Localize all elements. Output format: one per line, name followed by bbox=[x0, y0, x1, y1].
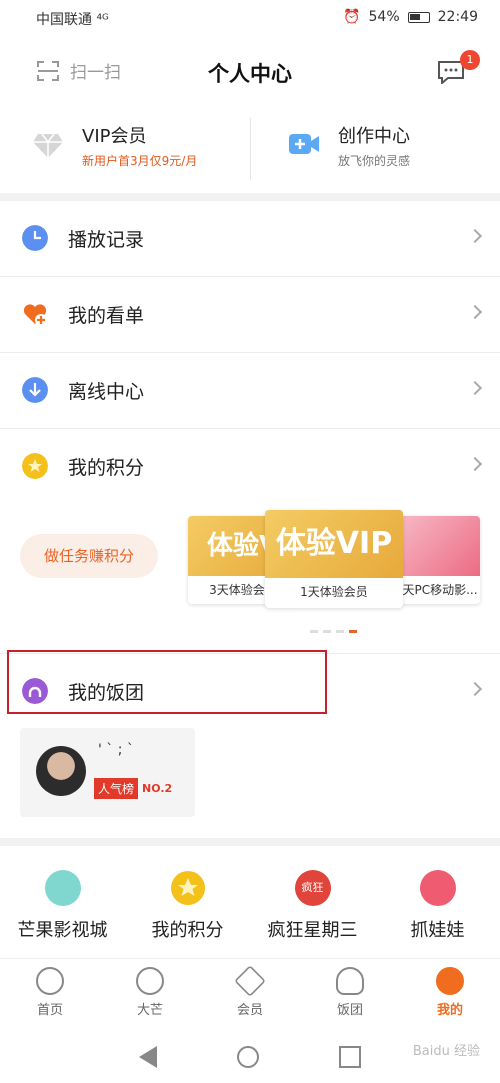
chevron-right-icon bbox=[467, 304, 483, 320]
creator-title: 创作中心 bbox=[338, 126, 410, 147]
menu-label: 离线中心 bbox=[68, 381, 145, 403]
damang-icon bbox=[136, 967, 164, 995]
shortcut-label: 抓娃娃 bbox=[410, 920, 465, 941]
tab-damang[interactable]: 大芒 bbox=[100, 959, 200, 1026]
bottom-tab-bar: 首页 大芒 会员 饭团 我的 bbox=[0, 958, 500, 1026]
clock-time: 22:49 bbox=[437, 9, 478, 25]
vip-title: VIP会员 bbox=[82, 126, 147, 147]
shortcut-label: 疯狂星期三 bbox=[267, 920, 358, 941]
rank-tag: 人气榜 bbox=[94, 778, 139, 799]
fan-name: ' ` ; ` bbox=[98, 742, 134, 758]
prize-image bbox=[400, 516, 480, 576]
tab-label: 大芒 bbox=[136, 1003, 163, 1018]
fantuan-icon bbox=[336, 967, 364, 995]
rank-badge: 人气榜 NO.2 bbox=[94, 778, 172, 799]
menu-label: 我的积分 bbox=[68, 457, 145, 479]
avatar bbox=[36, 746, 86, 796]
watermark: Baidu 经验 bbox=[412, 1044, 480, 1059]
shortcut-crazy-wednesday[interactable]: 疯狂 疯狂星期三 bbox=[250, 856, 375, 956]
card-divider bbox=[250, 118, 251, 180]
prize-image: 体验VIP bbox=[265, 510, 403, 578]
carousel-dot bbox=[323, 630, 331, 633]
crazy-wednesday-icon: 疯狂 bbox=[294, 870, 331, 906]
menu-label: 我的看单 bbox=[68, 305, 145, 327]
menu-item-history[interactable]: 播放记录 bbox=[0, 201, 500, 277]
prize-caption: 天PC移动影... bbox=[402, 583, 478, 597]
section-divider bbox=[0, 193, 500, 201]
shortcut-label: 芒果影视城 bbox=[17, 920, 108, 941]
prize-card[interactable]: 天PC移动影... bbox=[400, 516, 480, 604]
shortcut-claw-machine[interactable]: 抓娃娃 bbox=[375, 856, 500, 956]
tab-label: 饭团 bbox=[336, 1003, 363, 1018]
vip-card[interactable]: VIP会员 新用户首3月仅9元/月 bbox=[0, 110, 250, 188]
chevron-right-icon bbox=[467, 380, 483, 396]
message-badge: 1 bbox=[460, 50, 480, 70]
star-coin-icon bbox=[22, 453, 48, 479]
message-button[interactable]: 1 bbox=[436, 50, 480, 86]
profile-icon bbox=[436, 967, 464, 995]
mango-city-icon bbox=[44, 870, 81, 906]
carousel-dot bbox=[336, 630, 344, 633]
recents-icon[interactable] bbox=[339, 1045, 361, 1068]
prize-caption: 1天体验会员 bbox=[300, 585, 368, 599]
creator-center-card[interactable]: 创作中心 放飞你的灵感 bbox=[250, 110, 500, 188]
section-divider bbox=[0, 838, 500, 846]
vip-subtitle: 新用户首3月仅9元/月 bbox=[82, 154, 198, 168]
diamond-icon bbox=[33, 133, 63, 158]
shortcut-points[interactable]: 我的积分 bbox=[125, 856, 250, 956]
menu-label: 播放记录 bbox=[68, 229, 145, 251]
tab-vip[interactable]: 会员 bbox=[200, 959, 300, 1026]
menu-item-points[interactable]: 我的积分 bbox=[0, 429, 500, 505]
chevron-right-icon bbox=[467, 228, 483, 244]
carousel-dot bbox=[310, 630, 318, 633]
claw-machine-icon bbox=[419, 870, 456, 906]
alarm-icon: ⏰ bbox=[343, 9, 361, 25]
star-coin-icon bbox=[170, 871, 205, 905]
status-bar: 中国联通 ⁴ᴳ ⏰ 54% 22:49 bbox=[0, 0, 500, 36]
back-icon[interactable] bbox=[139, 1045, 157, 1068]
tab-label: 首页 bbox=[36, 1003, 63, 1018]
shortcut-row: 芒果影视城 我的积分 疯狂 疯狂星期三 抓娃娃 bbox=[0, 856, 500, 956]
tab-fantuan[interactable]: 饭团 bbox=[300, 959, 400, 1026]
clock-icon bbox=[22, 225, 48, 251]
tab-profile[interactable]: 我的 bbox=[400, 959, 500, 1026]
heart-plus-icon bbox=[23, 304, 47, 326]
highlight-box bbox=[7, 650, 327, 714]
tab-label: 会员 bbox=[236, 1003, 263, 1018]
shortcut-label: 我的积分 bbox=[151, 920, 224, 941]
menu-item-watchlist[interactable]: 我的看单 bbox=[0, 277, 500, 353]
fan-group-card[interactable]: ' ` ; ` 人气榜 NO.2 bbox=[20, 728, 195, 817]
header: 扫一扫 个人中心 1 bbox=[0, 44, 500, 100]
shortcut-mango-city[interactable]: 芒果影视城 bbox=[0, 856, 125, 956]
creator-subtitle: 放飞你的灵感 bbox=[338, 154, 411, 168]
status-right: ⏰ 54% 22:49 bbox=[343, 9, 478, 25]
tab-home[interactable]: 首页 bbox=[0, 959, 100, 1026]
battery-percent: 54% bbox=[368, 9, 400, 25]
carrier-label: 中国联通 ⁴ᴳ bbox=[36, 12, 109, 28]
download-icon bbox=[22, 377, 48, 403]
earn-points-button[interactable]: 做任务赚积分 bbox=[20, 534, 158, 578]
carousel-dot bbox=[349, 630, 357, 633]
chevron-right-icon bbox=[467, 456, 483, 472]
home-circle-icon[interactable] bbox=[237, 1045, 259, 1068]
battery-icon bbox=[407, 11, 430, 23]
vip-icon bbox=[234, 965, 266, 997]
carousel-dots bbox=[310, 630, 357, 633]
menu-item-offline[interactable]: 离线中心 bbox=[0, 353, 500, 429]
prize-card[interactable]: 体验VIP 1天体验会员 bbox=[265, 510, 403, 608]
page-title: 个人中心 bbox=[208, 62, 292, 86]
chevron-right-icon bbox=[467, 681, 483, 697]
tab-label: 我的 bbox=[436, 1003, 463, 1018]
rank-number: NO.2 bbox=[142, 782, 173, 795]
video-plus-icon bbox=[289, 134, 319, 154]
points-area: 做任务赚积分 体验V 3天体验会员 体验VIP 1天体验会员 天PC移动影... bbox=[0, 500, 500, 650]
home-icon bbox=[36, 967, 64, 995]
